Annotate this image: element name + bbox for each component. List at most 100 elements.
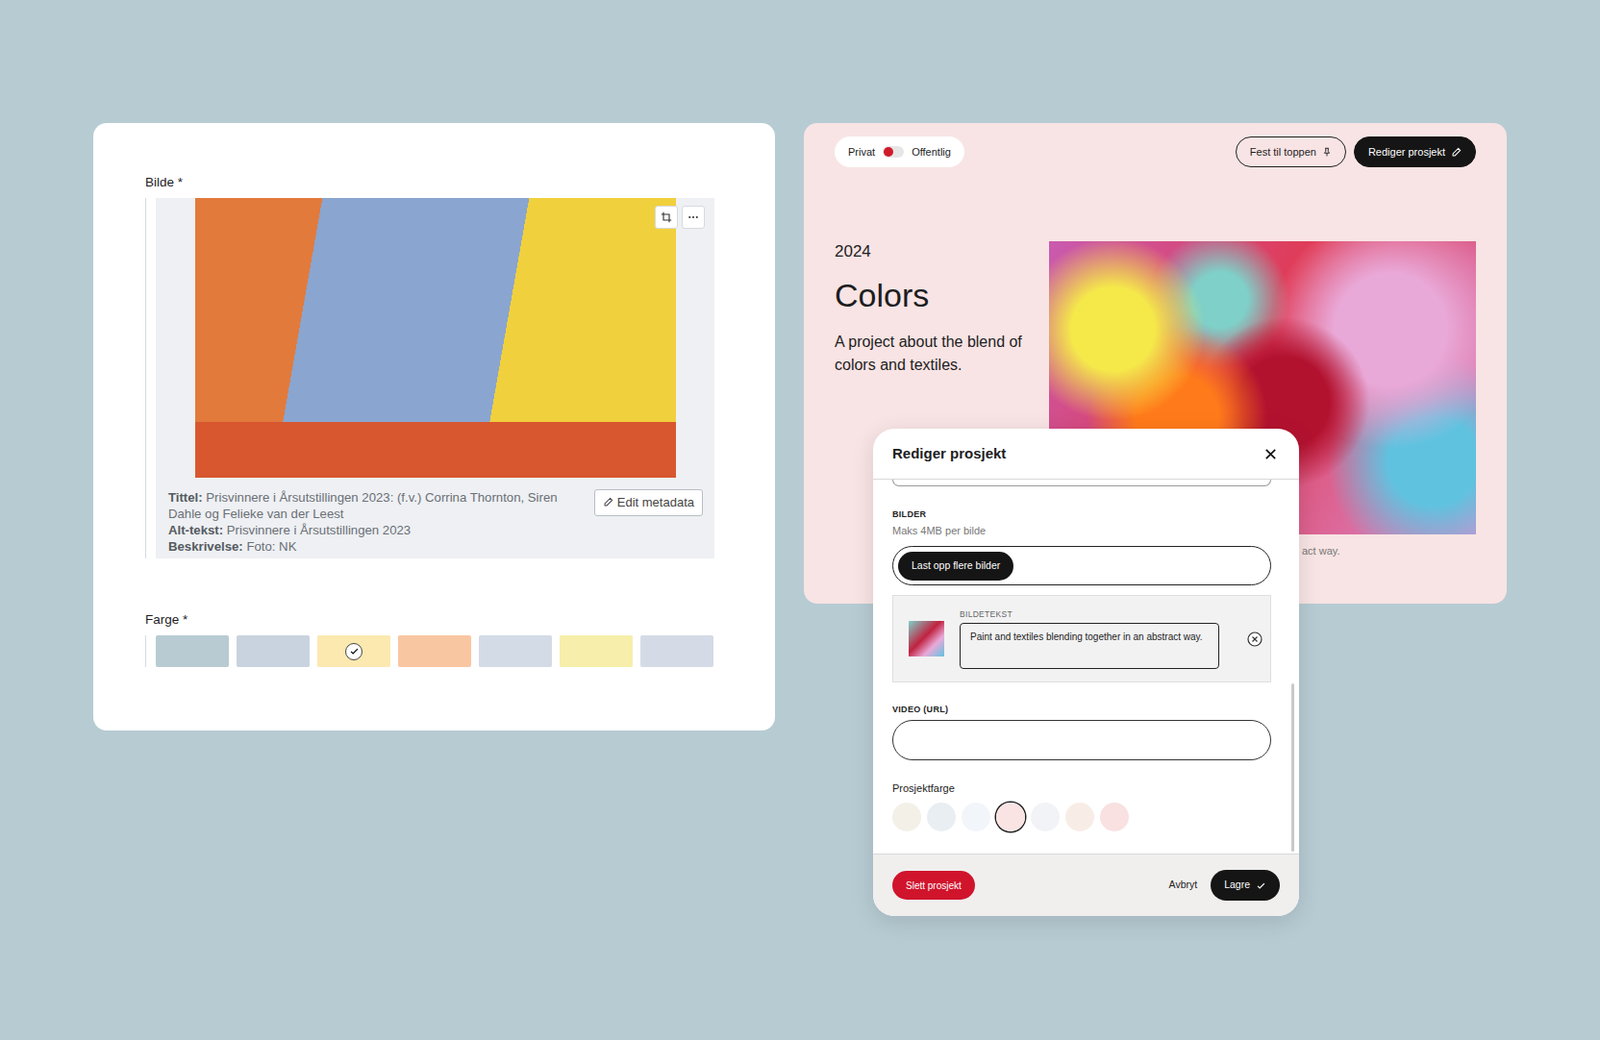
cancel-button[interactable]: Avbryt (1163, 876, 1204, 895)
check-icon (1255, 880, 1267, 892)
project-color-swatch[interactable] (926, 802, 956, 832)
color-swatch[interactable] (398, 635, 472, 668)
metadata-value: Foto: NK (246, 539, 297, 554)
close-button[interactable] (1263, 447, 1278, 462)
swatch-fill (478, 635, 552, 668)
upload-button[interactable]: Last opp flere bilder (898, 551, 1014, 581)
scrollbar[interactable] (1291, 683, 1295, 852)
project-info: 2024ColorsA project about the blend of c… (834, 241, 1050, 377)
image-field: Tittel: Prisvinnere i Årsutstillingen 20… (145, 198, 722, 559)
swatch-fill (1100, 802, 1129, 832)
swatch-fill (926, 802, 956, 832)
more-button[interactable] (681, 205, 705, 229)
swatch-wrap (145, 635, 722, 668)
project-color-label: Prosjektfarge (892, 781, 1272, 796)
check-icon (349, 646, 360, 657)
image-caption: act way. (1301, 543, 1341, 560)
edit-metadata-button[interactable]: Edit metadata (594, 489, 703, 517)
metadata-line: Tittel: Prisvinnere i Årsutstillingen 20… (168, 489, 579, 523)
swatch-fill (961, 802, 991, 832)
dialog-footer: Slett prosjekt Avbryt Lagre (873, 853, 1300, 917)
color-field: Farge * (145, 610, 722, 668)
color-swatch[interactable] (559, 635, 633, 668)
public-label: Offentlig (911, 144, 951, 161)
private-label: Privat (848, 144, 875, 161)
image-box: Tittel: Prisvinnere i Årsutstillingen 20… (155, 198, 715, 559)
swatch-fill (398, 635, 472, 668)
footer-actions: Avbryt Lagre (1163, 870, 1280, 901)
video-label: VIDEO (URL) (892, 703, 1272, 716)
swatch-fill (1065, 802, 1095, 832)
crop-button[interactable] (654, 205, 678, 229)
images-section: BILDERMaks 4MB per bilde (892, 508, 1272, 538)
project-color-swatch[interactable] (892, 802, 922, 832)
image-tools (654, 205, 705, 229)
metadata-value: Prisvinnere i Årsutstillingen 2023: (f.v… (168, 490, 558, 522)
save-button[interactable]: Lagre (1210, 870, 1280, 901)
color-label: Farge * (145, 610, 722, 630)
metadata-key: Beskrivelse: (168, 539, 244, 554)
project-description: A project about the blend of colors and … (834, 330, 1027, 377)
pin-button[interactable]: Fest til toppen (1235, 136, 1347, 168)
project-color-swatch[interactable] (996, 802, 1025, 832)
swatch-fill (559, 635, 633, 668)
swatch-fill (236, 635, 310, 668)
video-input[interactable] (892, 720, 1272, 761)
pin-label: Fest til toppen (1250, 144, 1317, 161)
swatch-fill (892, 802, 922, 832)
project-color-swatch[interactable] (1065, 802, 1095, 832)
project-color-swatch[interactable] (1030, 802, 1060, 832)
image-item: BILDETEKST Paint and textiles blending to… (892, 595, 1272, 683)
color-swatch[interactable] (317, 635, 391, 668)
edit-metadata-label: Edit metadata (617, 493, 695, 513)
project-color-row (892, 802, 1272, 832)
metadata-text: Tittel: Prisvinnere i Årsutstillingen 20… (168, 489, 579, 555)
swatch-check (345, 643, 363, 661)
dialog-title: Rediger prosjekt (892, 443, 1006, 466)
metadata-row: Tittel: Prisvinnere i Årsutstillingen 20… (155, 477, 715, 555)
metadata-line: Beskrivelse: Foto: NK (168, 538, 579, 555)
visibility-switch: Privat Offentlig (834, 136, 965, 168)
image-thumbnail (908, 621, 945, 657)
swatch-row (155, 635, 722, 668)
scrolled-input (892, 479, 1272, 487)
more-icon (687, 211, 700, 224)
dialog-header: Rediger prosjekt (873, 428, 1300, 480)
color-swatch[interactable] (236, 635, 310, 668)
toggle-dot (883, 147, 894, 157)
image-label: Bilde * (145, 173, 722, 193)
swatch-fill (640, 635, 714, 668)
color-swatch[interactable] (155, 635, 229, 668)
pin-icon (1322, 147, 1332, 157)
close-icon (1263, 447, 1278, 462)
edit-project-dialog: Rediger prosjekt BILDERMaks 4MB per bilde… (873, 428, 1300, 917)
project-actions: Fest til toppen Rediger prosjekt (1235, 136, 1476, 168)
color-swatch[interactable] (640, 635, 714, 668)
dialog-body: BILDERMaks 4MB per bilde Last opp flere b… (873, 479, 1300, 854)
metadata-key: Alt-tekst: (168, 523, 224, 538)
caption-input[interactable]: Paint and textiles blending together in … (959, 623, 1220, 670)
visibility-toggle[interactable] (882, 146, 904, 158)
metadata-line: Alt-tekst: Prisvinnere i Årsutstillingen… (168, 522, 579, 539)
swatch-fill (996, 802, 1025, 832)
color-swatch[interactable] (478, 635, 552, 668)
caption-field: BILDETEKST Paint and textiles blending to… (959, 609, 1232, 670)
metadata-value: Prisvinnere i Årsutstillingen 2023 (226, 523, 411, 538)
delete-button[interactable]: Slett prosjekt (892, 871, 975, 900)
canvas: Bilde * Tittel: Prisvinnere i Årsutstilli… (0, 0, 1600, 1040)
upload-field: Last opp flere bilder (892, 546, 1272, 586)
metadata-card: Bilde * Tittel: Prisvinnere i Årsutstilli… (93, 123, 775, 731)
remove-icon (1247, 631, 1263, 648)
project-toolbar: Privat Offentlig Fest til toppen Rediger pr… (834, 136, 1476, 168)
swatch-fill (1030, 802, 1060, 832)
edit-project-button[interactable]: Rediger prosjekt (1353, 136, 1476, 168)
metadata-key: Tittel: (168, 490, 203, 505)
caption-label: BILDETEKST (959, 609, 1232, 621)
images-label: BILDER (892, 508, 1272, 521)
project-title: Colors (834, 275, 1050, 315)
project-color-swatch[interactable] (1100, 802, 1129, 832)
project-color-swatch[interactable] (961, 802, 991, 832)
save-label: Lagre (1224, 877, 1250, 894)
swatch-fill (155, 635, 229, 668)
remove-image-button[interactable] (1247, 631, 1263, 648)
